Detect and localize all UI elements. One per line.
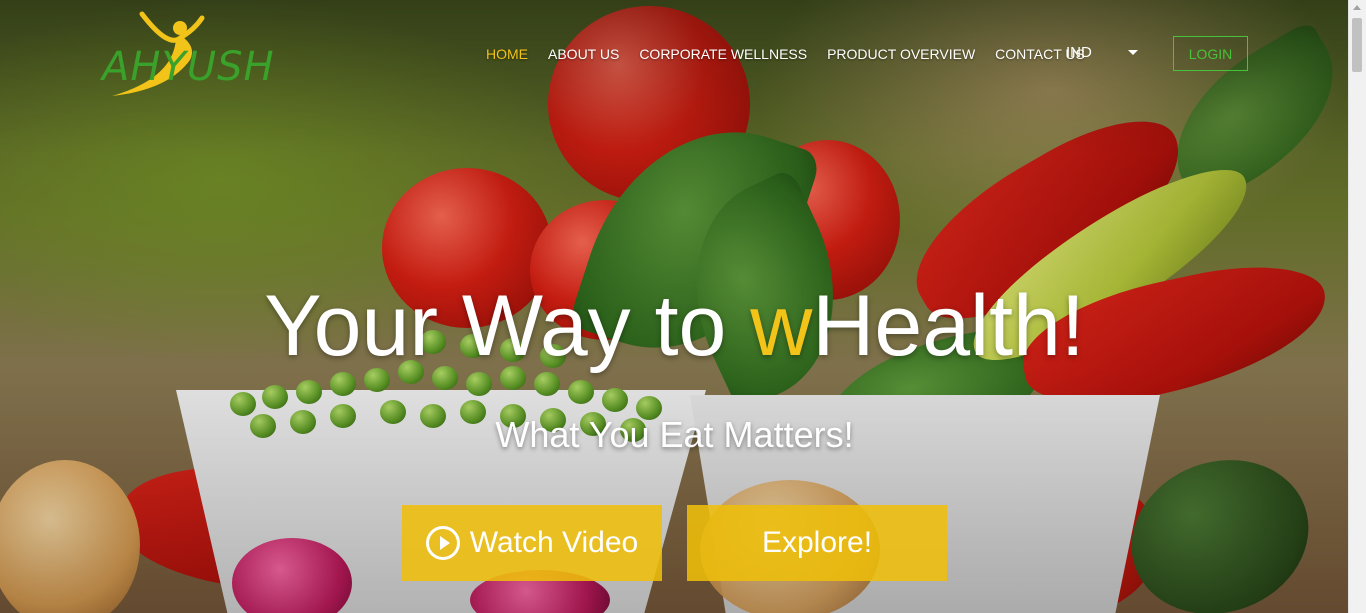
language-selector[interactable]: IND <box>1066 44 1138 61</box>
login-button[interactable]: LOGIN <box>1173 36 1248 71</box>
watch-video-label: Watch Video <box>469 526 639 559</box>
hero-title-before: Your Way to <box>264 278 751 374</box>
hero-title: Your Way to wHealth! <box>0 278 1349 374</box>
scrollbar-thumb[interactable] <box>1352 18 1362 72</box>
explore-button[interactable]: Explore! <box>687 505 947 581</box>
nav-item-home[interactable]: HOME <box>486 46 528 62</box>
play-circle-icon <box>425 526 460 560</box>
hero-title-highlight: w <box>750 278 813 374</box>
logo-text: AHYUSH <box>102 44 275 90</box>
brand-logo[interactable]: AHYUSH <box>98 8 278 100</box>
hero-title-after: Health! <box>812 278 1085 374</box>
scroll-up-arrow-icon[interactable] <box>1353 5 1361 10</box>
nav-item-corporate-wellness[interactable]: CORPORATE WELLNESS <box>639 46 807 62</box>
caret-down-icon <box>1127 50 1138 55</box>
hero-subtitle: What You Eat Matters! <box>495 414 854 455</box>
language-value: IND <box>1066 44 1092 61</box>
explore-label: Explore! <box>761 526 873 559</box>
page-scrollbar[interactable] <box>1348 0 1366 613</box>
nav-item-about-us[interactable]: ABOUT US <box>548 46 619 62</box>
page: AHYUSH HOME ABOUT US CORPORATE WELLNESS … <box>0 0 1366 613</box>
main-navigation: HOME ABOUT US CORPORATE WELLNESS PRODUCT… <box>486 44 1105 64</box>
nav-item-product-overview[interactable]: PRODUCT OVERVIEW <box>827 46 975 62</box>
watch-video-button[interactable]: Watch Video <box>402 505 662 581</box>
